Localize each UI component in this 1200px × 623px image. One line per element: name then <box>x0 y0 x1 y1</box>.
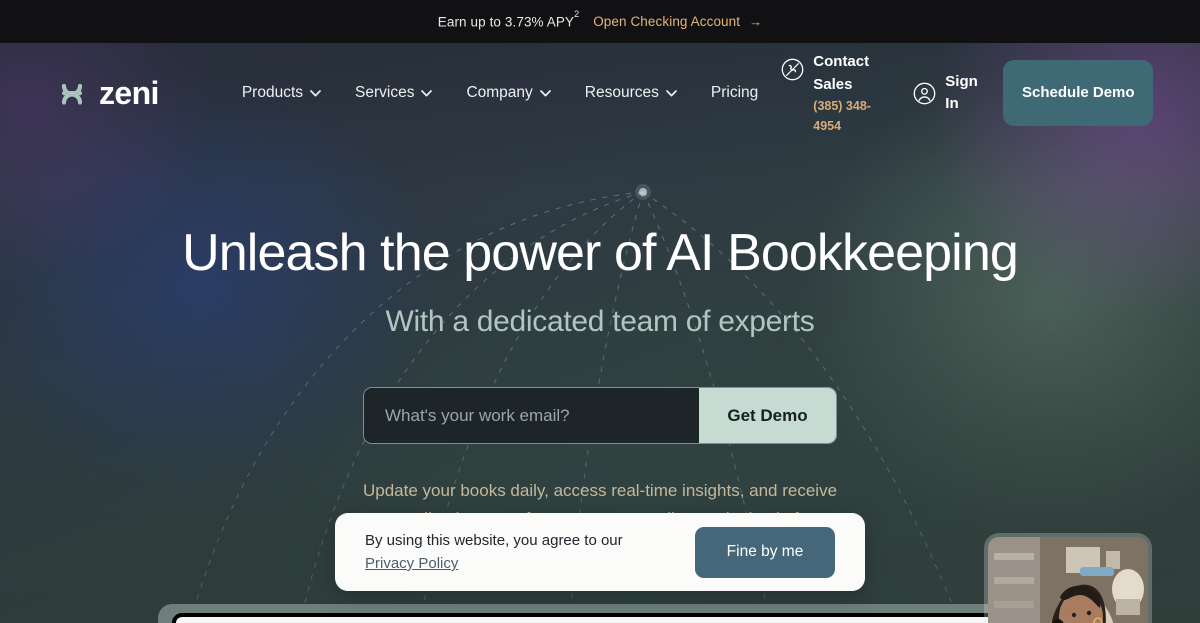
nav-item-pricing[interactable]: Pricing <box>694 76 775 110</box>
contact-sales[interactable]: Contact Sales (385) 348-4954 <box>775 46 895 141</box>
promo-superscript: 2 <box>574 8 580 19</box>
page-subtitle: With a dedicated team of experts <box>385 305 815 338</box>
contact-sales-lines: Contact Sales (385) 348-4954 <box>813 50 889 137</box>
nav-item-label: Company <box>466 84 533 101</box>
schedule-demo-button[interactable]: Schedule Demo <box>1003 60 1154 126</box>
nav-item-label: Products <box>241 84 304 101</box>
laptop-screen <box>172 613 1028 623</box>
laptop-dashboard-mockup <box>158 604 1042 623</box>
cookie-banner-text: By using this website, you agree to our … <box>365 529 665 576</box>
nav-item-resources[interactable]: Resources <box>568 76 694 110</box>
cookie-banner-message: By using this website, you agree to our <box>365 531 623 549</box>
get-demo-button[interactable]: Get Demo <box>699 388 836 443</box>
contact-sales-phone[interactable]: (385) 348-4954 <box>813 96 889 136</box>
chevron-down-icon <box>539 89 551 96</box>
cookie-consent-banner: By using this website, you agree to our … <box>335 513 865 591</box>
contact-sales-label: Contact Sales <box>813 52 870 93</box>
nav-item-products[interactable]: Products <box>225 76 338 110</box>
nav-links: Products Services Company Resources Pric… <box>225 76 775 110</box>
chevron-down-icon <box>310 89 321 96</box>
zeni-wordmark: zeni <box>99 75 159 111</box>
open-checking-account-link[interactable]: Open Checking Account → <box>593 14 762 29</box>
promo-link-label: Open Checking Account <box>593 14 741 29</box>
nav-item-company[interactable]: Company <box>449 76 567 110</box>
sign-in-link[interactable]: Sign In <box>907 67 979 120</box>
nav-actions: Contact Sales (385) 348-4954 Sign In Sch… <box>775 46 1154 141</box>
arrow-right-icon: → <box>749 14 763 29</box>
demo-signup-form: Get Demo <box>363 387 837 444</box>
privacy-policy-link[interactable]: Privacy Policy <box>365 552 458 575</box>
nav-item-services[interactable]: Services <box>338 76 449 110</box>
nav-item-label: Resources <box>584 84 659 101</box>
page-title: Unleash the power of AI Bookkeeping <box>182 224 1019 282</box>
accept-cookies-button[interactable]: Fine by me <box>695 526 835 578</box>
main-navigation: zeni Products Services Company Resources… <box>0 43 1200 143</box>
zeni-logo[interactable]: zeni <box>58 77 159 109</box>
phone-circle-icon <box>781 58 804 81</box>
sign-in-label: Sign In <box>945 72 978 113</box>
chevron-down-icon <box>666 89 677 96</box>
promo-banner-text: Earn up to 3.73% APY2 <box>437 8 580 30</box>
nav-item-label: Pricing <box>710 84 759 101</box>
nav-item-label: Services <box>355 84 415 101</box>
work-email-input[interactable] <box>364 388 699 443</box>
smiling-woman-on-phone-photo <box>988 537 1148 623</box>
zeni-logo-icon <box>61 83 83 105</box>
promo-banner: Earn up to 3.73% APY2 Open Checking Acco… <box>0 0 1200 43</box>
chevron-down-icon <box>421 89 433 96</box>
user-circle-icon <box>913 82 936 104</box>
